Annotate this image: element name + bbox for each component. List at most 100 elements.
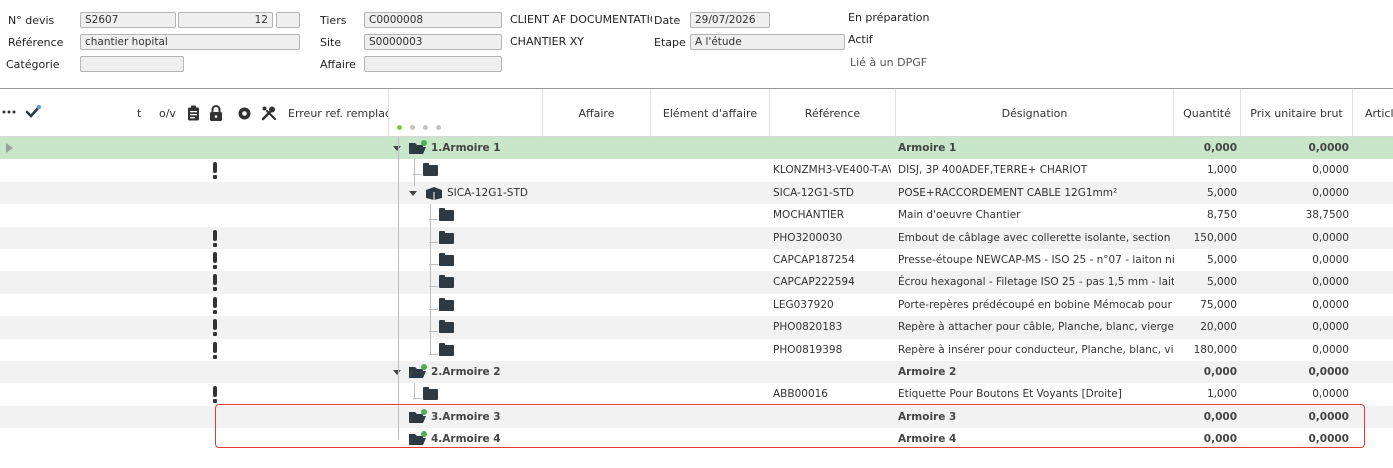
reference-cell[interactable]: SICA-12G1-STD bbox=[773, 182, 891, 204]
prix-cell[interactable]: 0,0000 bbox=[1244, 137, 1349, 159]
warning-exclamation-icon[interactable] bbox=[211, 319, 219, 337]
designation-cell[interactable]: Armoire 4 bbox=[898, 428, 1174, 450]
designation-cell[interactable]: Embout de câblage avec collerette isolan… bbox=[898, 227, 1174, 249]
column-reference[interactable]: Référence bbox=[770, 89, 896, 137]
warning-exclamation-icon[interactable] bbox=[211, 274, 219, 292]
designation-cell[interactable]: Porte-repères prédécoupé en bobine Mémoc… bbox=[898, 294, 1174, 316]
categorie-field[interactable] bbox=[80, 56, 184, 72]
reference-field[interactable]: chantier hopital bbox=[80, 34, 300, 50]
column-affaire[interactable]: Affaire bbox=[543, 89, 651, 137]
group-row[interactable]: 2.Armoire 2 Armoire 2 0,000 0,0000 bbox=[0, 361, 1393, 384]
quantite-cell[interactable]: 1,000 bbox=[1178, 159, 1237, 181]
reference-cell[interactable] bbox=[773, 137, 891, 159]
tree-label[interactable]: SICA-12G1-STD bbox=[447, 182, 528, 204]
quantite-cell[interactable]: 5,000 bbox=[1178, 249, 1237, 271]
tiers-field[interactable]: C0000008 bbox=[364, 12, 502, 28]
tree-label[interactable]: 4.Armoire 4 bbox=[431, 428, 501, 450]
line-row[interactable]: PHO0819398 Repère à insérer pour conducte… bbox=[0, 339, 1393, 361]
warning-exclamation-icon[interactable] bbox=[211, 162, 219, 180]
line-row[interactable]: CAPCAP187254 Presse-étoupe NEWCAP-MS - IS… bbox=[0, 249, 1393, 271]
designation-cell[interactable]: DISJ, 3P 400ADEF,TERRE+ CHARIOT bbox=[898, 159, 1174, 181]
column-tree[interactable] bbox=[389, 89, 543, 137]
reference-cell[interactable]: MOCHANTIER bbox=[773, 204, 891, 226]
reference-cell[interactable]: PHO3200030 bbox=[773, 227, 891, 249]
reference-cell[interactable] bbox=[773, 428, 891, 450]
reference-cell[interactable]: KLONZMH3-VE400-T-AVEC bbox=[773, 159, 891, 181]
prix-cell[interactable]: 38,7500 bbox=[1244, 204, 1349, 226]
line-row[interactable]: PHO0820183 Repère à attacher pour câble, … bbox=[0, 316, 1393, 339]
quantite-cell[interactable]: 0,000 bbox=[1178, 428, 1237, 450]
prix-cell[interactable]: 0,0000 bbox=[1244, 182, 1349, 204]
column-ov[interactable]: o/v bbox=[159, 107, 176, 120]
group-row[interactable]: 3.Armoire 3 Armoire 3 0,000 0,0000 bbox=[0, 405, 1393, 429]
designation-cell[interactable]: Presse-étoupe NEWCAP-MS - ISO 25 - n°07 … bbox=[898, 249, 1174, 271]
devis-suffix-field[interactable] bbox=[276, 12, 300, 28]
designation-cell[interactable]: Écrou hexagonal - Filetage ISO 25 - pas … bbox=[898, 271, 1174, 293]
quantite-cell[interactable]: 0,000 bbox=[1178, 361, 1237, 383]
group-row[interactable]: 1.Armoire 1 Armoire 1 0,000 0,0000 bbox=[0, 137, 1393, 160]
reference-cell[interactable]: LEG037920 bbox=[773, 294, 891, 316]
column-designation[interactable]: Désignation bbox=[896, 89, 1174, 137]
tools-icon[interactable] bbox=[260, 104, 277, 121]
expand-caret-icon[interactable] bbox=[409, 190, 417, 196]
designation-cell[interactable]: Main d'oeuvre Chantier bbox=[898, 204, 1174, 226]
tree-label[interactable]: 2.Armoire 2 bbox=[431, 361, 501, 383]
quantite-cell[interactable]: 5,000 bbox=[1178, 271, 1237, 293]
warning-exclamation-icon[interactable] bbox=[211, 252, 219, 269]
prix-cell[interactable]: 0,0000 bbox=[1244, 294, 1349, 316]
warning-exclamation-icon[interactable] bbox=[211, 341, 219, 359]
column-t[interactable]: t bbox=[137, 107, 141, 120]
lock-icon[interactable] bbox=[208, 105, 224, 121]
reference-cell[interactable]: ABB00016 bbox=[773, 383, 891, 405]
quantite-cell[interactable]: 180,000 bbox=[1178, 339, 1237, 361]
settings-icon[interactable] bbox=[236, 105, 252, 121]
prix-cell[interactable]: 0,0000 bbox=[1244, 271, 1349, 293]
prix-cell[interactable]: 0,0000 bbox=[1244, 249, 1349, 271]
designation-cell[interactable]: Repère à attacher pour câble, Planche, b… bbox=[898, 316, 1174, 338]
line-row[interactable]: KLONZMH3-VE400-T-AVEC DISJ, 3P 400ADEF,TE… bbox=[0, 159, 1393, 181]
warning-exclamation-icon[interactable] bbox=[211, 229, 219, 247]
tree-label[interactable]: 3.Armoire 3 bbox=[431, 406, 501, 428]
devis-field[interactable]: S2607 bbox=[80, 12, 176, 28]
site-field[interactable]: S0000003 bbox=[364, 34, 502, 50]
prix-cell[interactable]: 0,0000 bbox=[1244, 159, 1349, 181]
quantite-cell[interactable]: 75,000 bbox=[1178, 294, 1237, 316]
quantite-cell[interactable]: 0,000 bbox=[1178, 137, 1237, 159]
quantite-cell[interactable]: 150,000 bbox=[1178, 227, 1237, 249]
prix-cell[interactable]: 0,0000 bbox=[1244, 428, 1349, 450]
group-row[interactable]: 4.Armoire 4 Armoire 4 0,000 0,0000 bbox=[0, 428, 1393, 450]
line-row[interactable]: CAPCAP222594 Écrou hexagonal - Filetage I… bbox=[0, 271, 1393, 294]
edit-check-icon[interactable] bbox=[24, 103, 42, 121]
quantite-cell[interactable]: 20,000 bbox=[1178, 316, 1237, 338]
affaire-field[interactable] bbox=[364, 56, 502, 72]
prix-cell[interactable]: 0,0000 bbox=[1244, 339, 1349, 361]
reference-cell[interactable]: PHO0820183 bbox=[773, 316, 891, 338]
column-element-affaire[interactable]: Elément d'affaire bbox=[651, 89, 770, 137]
designation-cell[interactable]: Armoire 1 bbox=[898, 137, 1174, 159]
line-row[interactable]: SICA-12G1-STD SICA-12G1-STD POSE+RACCORDEM… bbox=[0, 181, 1393, 205]
designation-cell[interactable]: Armoire 2 bbox=[898, 361, 1174, 383]
column-prix-unitaire[interactable]: Prix unitaire brut bbox=[1241, 89, 1353, 137]
designation-cell[interactable]: POSE+RACCORDEMENT CABLE 12G1mm² bbox=[898, 182, 1174, 204]
column-erreur[interactable]: Erreur ref. remplacer bbox=[288, 107, 388, 120]
devis-number-field[interactable]: 12 bbox=[178, 12, 273, 28]
date-field[interactable]: 29/07/2026 bbox=[690, 12, 770, 28]
column-quantite[interactable]: Quantité bbox=[1174, 89, 1241, 137]
column-article[interactable]: Article bbox=[1353, 89, 1393, 137]
tree-label[interactable]: 1.Armoire 1 bbox=[431, 137, 501, 159]
reference-cell[interactable] bbox=[773, 406, 891, 428]
more-icon[interactable] bbox=[2, 105, 16, 119]
line-row[interactable]: LEG037920 Porte-repères prédécoupé en bob… bbox=[0, 294, 1393, 316]
expand-caret-icon[interactable] bbox=[393, 370, 401, 375]
quantite-cell[interactable]: 1,000 bbox=[1178, 383, 1237, 405]
prix-cell[interactable]: 0,0000 bbox=[1244, 227, 1349, 249]
prix-cell[interactable]: 0,0000 bbox=[1244, 406, 1349, 428]
warning-exclamation-icon[interactable] bbox=[211, 296, 219, 314]
prix-cell[interactable]: 0,0000 bbox=[1244, 361, 1349, 383]
expand-caret-icon[interactable] bbox=[393, 146, 401, 151]
quantite-cell[interactable]: 8,750 bbox=[1178, 204, 1237, 226]
line-row[interactable]: PHO3200030 Embout de câblage avec collere… bbox=[0, 226, 1393, 249]
etape-field[interactable]: A l'étude bbox=[690, 34, 845, 50]
reference-cell[interactable]: CAPCAP187254 bbox=[773, 249, 891, 271]
designation-cell[interactable]: Etiquette Pour Boutons Et Voyants [Droit… bbox=[898, 383, 1174, 405]
